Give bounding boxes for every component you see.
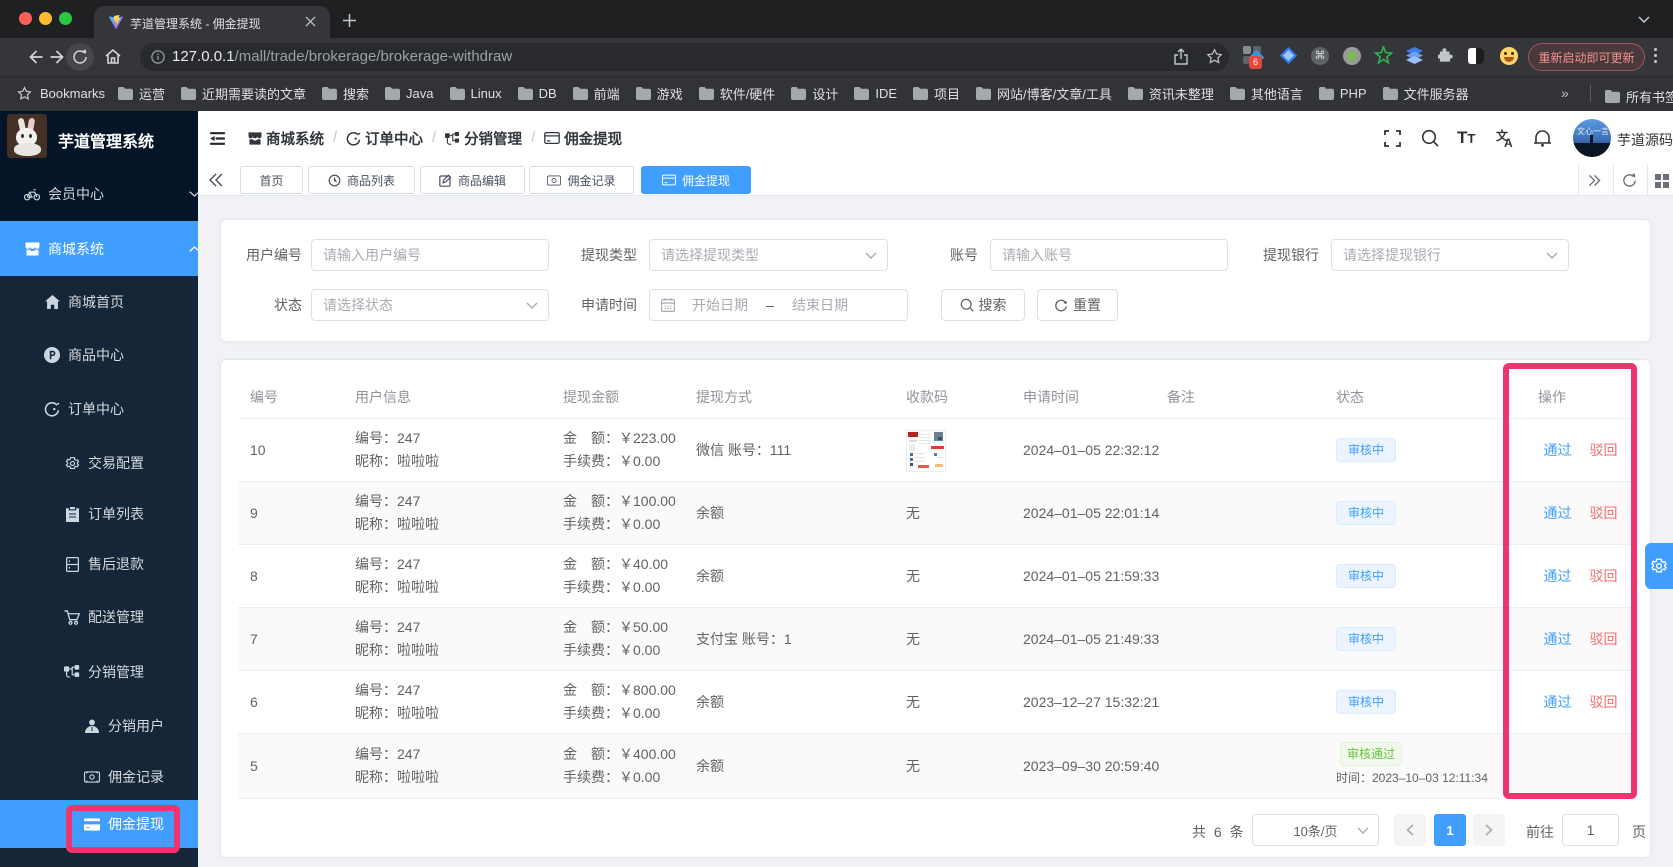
svg-text:A: A [1504,136,1513,147]
